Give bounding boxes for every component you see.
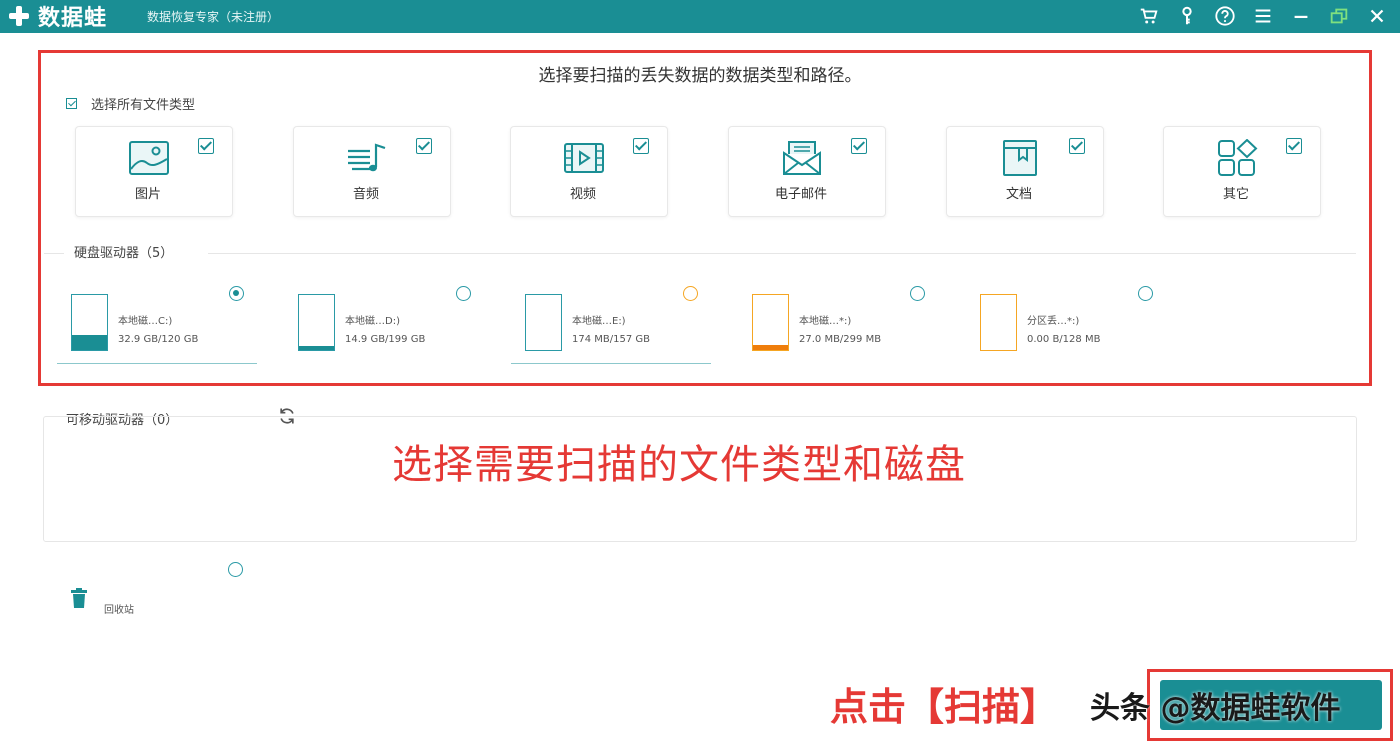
drive-icon [298, 294, 335, 351]
image-icon [129, 141, 169, 175]
drive-radio[interactable] [456, 286, 471, 301]
drive-radio[interactable] [910, 286, 925, 301]
file-type-checkbox[interactable] [1069, 138, 1085, 154]
drive-item[interactable]: 本地磁…D:) 14.9 GB/199 GB [284, 282, 484, 364]
document-icon [1003, 140, 1037, 176]
recycle-bin-radio[interactable] [228, 562, 243, 577]
drive-icon [752, 294, 789, 351]
file-type-label: 文档 [1005, 187, 1032, 202]
file-type-card-email[interactable]: 电子邮件 [728, 126, 886, 217]
file-type-label: 电子邮件 [774, 187, 827, 202]
file-type-checkbox[interactable] [633, 138, 649, 154]
drive-icon [525, 294, 562, 351]
checkbox-icon[interactable] [66, 98, 77, 109]
audio-icon [348, 143, 386, 172]
drive-icon [980, 294, 1017, 351]
file-type-label: 音频 [352, 187, 379, 202]
instruction-text: 选择要扫描的丢失数据的数据类型和路径。 [538, 66, 862, 86]
cart-icon[interactable] [1136, 3, 1162, 29]
file-type-card-video[interactable]: 视频 [510, 126, 668, 217]
file-type-checkbox[interactable] [416, 138, 432, 154]
drive-name: 本地磁…E:) [572, 316, 626, 327]
select-all-checkbox[interactable]: 选择所有文件类型 [66, 94, 195, 113]
hard-drives-title: 硬盘驱动器（5） [74, 246, 174, 261]
drive-item[interactable]: 本地磁…E:) 174 MB/157 GB [511, 282, 711, 364]
file-type-checkbox[interactable] [1286, 138, 1302, 154]
annotation-select-types: 选择需要扫描的文件类型和磁盘 [392, 442, 966, 488]
section-divider [208, 253, 1356, 254]
app-logo: 数据蛙 [6, 2, 108, 31]
drive-radio[interactable] [229, 286, 244, 301]
window-controls [1136, 3, 1390, 29]
file-type-card-image[interactable]: 图片 [75, 126, 233, 217]
app-name: 数据蛙 [38, 6, 108, 31]
drive-size: 32.9 GB/120 GB [118, 334, 199, 345]
watermark: 头条 @数据蛙软件 [1090, 691, 1341, 726]
minimize-icon[interactable] [1288, 3, 1314, 29]
drive-item[interactable]: 本地磁…C:) 32.9 GB/120 GB [57, 282, 257, 364]
close-icon[interactable] [1364, 3, 1390, 29]
file-type-label: 图片 [134, 187, 161, 202]
title-bar: 数据蛙 数据恢复专家（未注册） [0, 0, 1400, 33]
trash-icon [71, 588, 87, 608]
drive-radio[interactable] [1138, 286, 1153, 301]
drive-size: 174 MB/157 GB [572, 334, 650, 345]
annotation-click-scan: 点击【扫描】 [830, 685, 1059, 729]
drive-item[interactable]: 本地磁…*:) 27.0 MB/299 MB [738, 282, 938, 364]
drive-item[interactable]: 分区丢…*:) 0.00 B/128 MB [966, 282, 1166, 364]
select-all-label: 选择所有文件类型 [91, 98, 196, 113]
other-icon [1218, 139, 1258, 176]
file-type-label: 视频 [569, 187, 596, 202]
restore-icon[interactable] [1326, 3, 1352, 29]
file-type-checkbox[interactable] [198, 138, 214, 154]
drive-name: 本地磁…C:) [118, 316, 173, 327]
section-divider [44, 253, 64, 254]
drive-name: 本地磁…*:) [799, 316, 852, 327]
drive-icon [71, 294, 108, 351]
video-icon [564, 143, 604, 173]
recycle-bin-label: 回收站 [104, 605, 134, 616]
help-icon[interactable] [1212, 3, 1238, 29]
file-type-card-other[interactable]: 其它 [1163, 126, 1321, 217]
file-type-label: 其它 [1222, 187, 1249, 202]
file-type-card-document[interactable]: 文档 [946, 126, 1104, 217]
drive-underline [57, 363, 257, 364]
drive-size: 0.00 B/128 MB [1027, 334, 1101, 345]
drive-size: 27.0 MB/299 MB [799, 334, 882, 345]
email-icon [783, 141, 821, 175]
menu-icon[interactable] [1250, 3, 1276, 29]
logo-plus-icon [6, 3, 32, 29]
drive-radio[interactable] [683, 286, 698, 301]
drive-underline [511, 363, 711, 364]
key-icon[interactable] [1174, 3, 1200, 29]
drive-size: 14.9 GB/199 GB [345, 334, 426, 345]
app-subtitle: 数据恢复专家（未注册） [147, 10, 280, 24]
file-type-checkbox[interactable] [851, 138, 867, 154]
drive-name: 分区丢…*:) [1027, 316, 1080, 327]
drive-name: 本地磁…D:) [345, 316, 400, 327]
file-type-card-audio[interactable]: 音频 [293, 126, 451, 217]
